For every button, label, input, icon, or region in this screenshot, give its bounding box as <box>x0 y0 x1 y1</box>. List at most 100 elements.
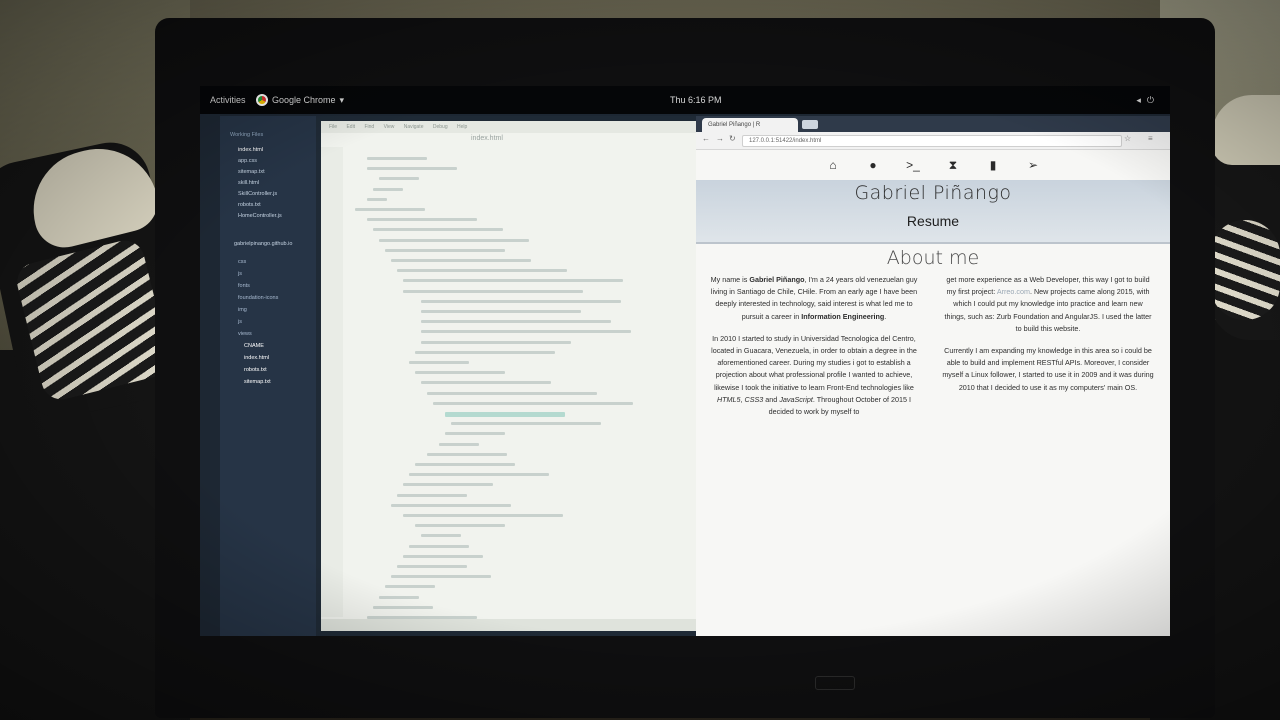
menu-item[interactable]: Find <box>364 124 374 130</box>
menu-item[interactable]: View <box>384 124 395 130</box>
tree-file[interactable]: SkillController.js <box>238 190 277 198</box>
star-icon[interactable]: ☆ <box>1124 134 1131 143</box>
tree-file[interactable]: sitemap.txt <box>238 168 265 176</box>
chrome-icon <box>256 94 268 106</box>
code-line <box>391 503 511 507</box>
tree-file[interactable]: robots.txt <box>244 366 267 374</box>
code-line <box>415 524 505 528</box>
code-line <box>439 442 479 446</box>
tree-file[interactable]: sitemap.txt <box>244 378 271 386</box>
code-line <box>403 289 583 293</box>
url-text: 127.0.0.1:51422/index.html <box>749 138 822 144</box>
clock[interactable]: Thu 6:16 PM <box>670 95 722 105</box>
text: . <box>884 311 887 321</box>
working-files-header: Working Files <box>230 132 264 138</box>
code-line <box>403 514 563 517</box>
user-icon[interactable]: ● <box>865 158 881 172</box>
line-number-gutter <box>321 147 343 617</box>
address-bar[interactable]: 127.0.0.1:51422/index.html <box>742 135 1122 147</box>
code-line <box>415 463 515 466</box>
tech-highlight: JavaScript <box>779 394 813 404</box>
forward-icon[interactable]: → <box>716 134 724 143</box>
tree-file[interactable]: index.html <box>244 354 269 362</box>
code-line <box>355 208 425 211</box>
system-tray[interactable]: ◂⏻ <box>1136 95 1160 106</box>
file-tree: Working Files index.html app.css sitemap… <box>220 116 316 636</box>
back-icon[interactable]: ← <box>702 134 710 143</box>
code-line <box>373 228 503 232</box>
code-line <box>379 595 419 599</box>
terminal-icon[interactable]: >_ <box>905 158 921 172</box>
tree-folder[interactable]: fonts <box>238 282 250 290</box>
project-root[interactable]: gabrielpinango.github.io <box>234 240 292 248</box>
code-line <box>427 452 507 456</box>
paper-plane-icon[interactable]: ➢ <box>1025 158 1041 172</box>
menu-item[interactable]: Navigate <box>404 124 424 130</box>
menu-icon[interactable]: ≡ <box>1148 134 1153 143</box>
code-line <box>415 371 505 375</box>
menu-item[interactable]: Edit <box>346 124 355 130</box>
code-editor-window: Working Files index.html app.css sitemap… <box>220 116 707 636</box>
app-menu[interactable]: Google Chrome ▾ <box>256 94 344 106</box>
tree-folder[interactable]: img <box>238 306 247 314</box>
code-line <box>403 483 493 487</box>
activities-button[interactable]: Activities <box>210 95 246 105</box>
code-line <box>409 544 469 548</box>
code-line <box>427 391 597 395</box>
book-icon[interactable]: ▮ <box>985 158 1001 172</box>
code-line <box>421 320 611 324</box>
section-title: About me <box>886 247 980 269</box>
name-highlight: Gabriel Piñango <box>749 275 805 284</box>
code-line <box>403 554 483 558</box>
code-line <box>403 279 623 283</box>
about-paragraph: In 2010 I started to study in Universida… <box>708 333 920 418</box>
menu-item[interactable]: Debug <box>433 124 448 130</box>
tree-folder[interactable]: js <box>238 270 242 278</box>
code-line <box>367 197 387 201</box>
code-line <box>379 177 419 181</box>
code-line <box>385 248 505 252</box>
tab-resume[interactable]: Gabriel Piñango | R <box>702 118 798 132</box>
tree-file[interactable]: robots.txt <box>238 201 261 209</box>
tech-highlight: CSS3 <box>744 394 764 404</box>
new-tab-button[interactable] <box>802 120 818 129</box>
tree-file[interactable]: skill.html <box>238 179 259 187</box>
about-column-right: get more experience as a Web Developer, … <box>942 274 1154 404</box>
tree-folder[interactable]: views <box>238 330 252 338</box>
code-line <box>385 585 435 589</box>
tree-file[interactable]: HomeController.js <box>238 212 282 220</box>
code-line <box>421 340 571 344</box>
gnome-top-bar: Activities Google Chrome ▾ Thu 6:16 PM ◂… <box>200 86 1170 114</box>
reload-icon[interactable]: ↻ <box>729 134 736 143</box>
code-line <box>379 238 529 242</box>
tree-file[interactable]: index.html <box>238 146 263 154</box>
about-paragraph: get more experience as a Web Developer, … <box>942 274 1154 335</box>
editor-pane[interactable]: File Edit Find View Navigate Debug Help … <box>321 121 699 631</box>
career-highlight: Information Engineering <box>801 311 885 321</box>
about-paragraph: Currently I am expanding my knowledge in… <box>942 346 1154 392</box>
menu-item[interactable]: Help <box>457 124 467 130</box>
code-line <box>367 218 477 222</box>
code-line <box>367 167 457 171</box>
text: My name is <box>710 275 750 284</box>
code-line <box>421 299 621 303</box>
tree-file[interactable]: CNAME <box>244 342 264 350</box>
text: In 2010 I started to study in Universida… <box>711 333 917 392</box>
home-icon[interactable]: ⌂ <box>825 158 841 172</box>
tree-folder[interactable]: js <box>238 318 242 326</box>
chevron-down-icon: ▾ <box>339 94 345 105</box>
code-line <box>391 259 531 262</box>
code-line <box>451 422 601 426</box>
about-paragraph: My name is Gabriel Piñango, I'm a 24 yea… <box>708 274 920 323</box>
tree-folder[interactable]: css <box>238 258 246 266</box>
project-link[interactable]: Arreo.com <box>997 287 1030 296</box>
code-line <box>421 330 631 334</box>
tree-file[interactable]: app.css <box>238 157 257 165</box>
code-line <box>397 565 467 568</box>
code-line <box>373 187 403 191</box>
page-subtitle: Resume <box>906 213 960 229</box>
hourglass-icon[interactable]: ⧗ <box>945 158 961 173</box>
editor-status-bar <box>321 619 699 631</box>
tree-folder[interactable]: foundation-icons <box>238 294 278 302</box>
menu-item[interactable]: File <box>329 124 337 130</box>
